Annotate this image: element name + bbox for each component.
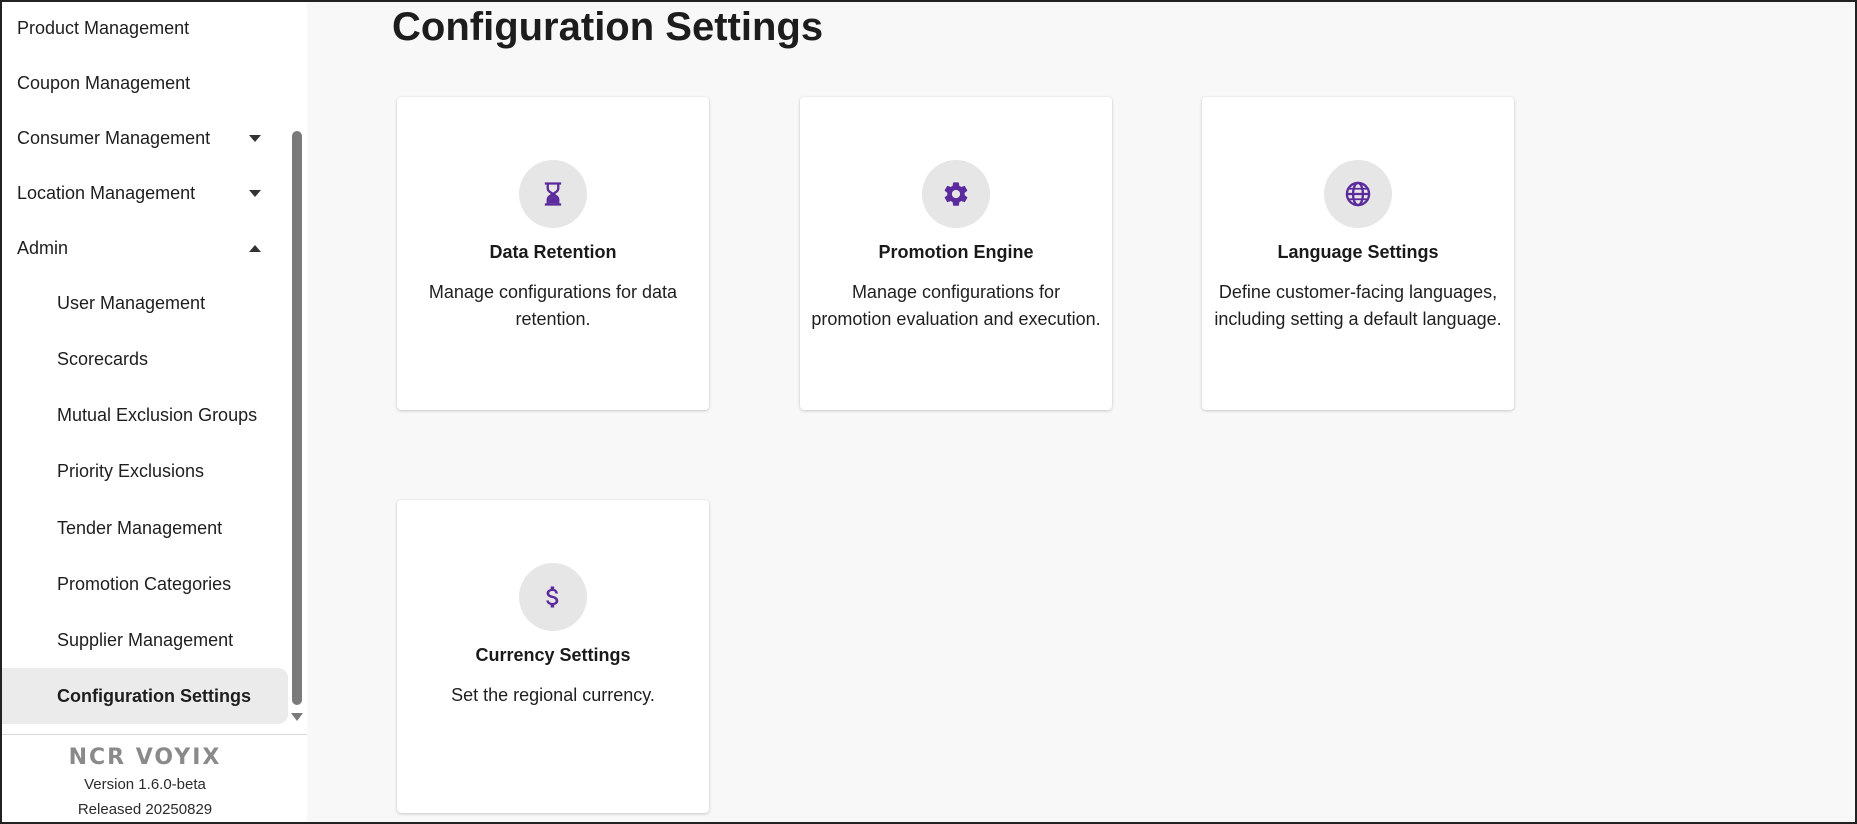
sidebar-item-coupon-management[interactable]: Coupon Management xyxy=(2,55,288,111)
sidebar-item-promotion-categories[interactable]: Promotion Categories xyxy=(2,556,288,612)
sidebar-item-label: Priority Exclusions xyxy=(57,460,205,481)
sidebar-item-label: Product Management xyxy=(17,17,190,38)
chevron-down-icon xyxy=(249,135,261,142)
brand-footer: NCR VOYIX Version 1.6.0-beta Released 20… xyxy=(0,744,290,822)
card-description: Manage configurations for promotion eval… xyxy=(811,282,1101,329)
sidebar-item-label: Tender Management xyxy=(57,517,223,538)
sidebar-item-configuration-settings[interactable]: Configuration Settings xyxy=(2,668,288,724)
sidebar-item-label: Scorecards xyxy=(57,348,149,369)
card-description: Define customer-facing languages, includ… xyxy=(1214,282,1502,329)
sidebar-item-label: User Management xyxy=(57,292,206,313)
sidebar-item-admin[interactable]: Admin xyxy=(2,220,288,276)
sidebar-item-user-management[interactable]: User Management xyxy=(2,275,288,331)
card-data-retention[interactable]: Data Retention Manage configurations for… xyxy=(397,97,709,410)
sidebar: Product Management Coupon Management Con… xyxy=(0,0,307,824)
release-date-text: Released 20250829 xyxy=(77,801,213,818)
sidebar-nav: Product Management Coupon Management Con… xyxy=(0,0,288,734)
sidebar-item-label: Mutual Exclusion Groups xyxy=(57,404,258,425)
sidebar-item-label: Supplier Management xyxy=(57,629,234,650)
card-title: Currency Settings xyxy=(475,645,631,665)
sidebar-item-location-management[interactable]: Location Management xyxy=(2,165,288,221)
gear-icon xyxy=(944,182,968,206)
sidebar-item-supplier-management[interactable]: Supplier Management xyxy=(2,612,288,668)
sidebar-item-mutual-exclusion-groups[interactable]: Mutual Exclusion Groups xyxy=(2,387,288,443)
sidebar-item-product-management[interactable]: Product Management xyxy=(2,0,288,56)
sidebar-scrollbar[interactable] xyxy=(291,128,303,728)
sidebar-item-label: Admin xyxy=(17,237,69,258)
scroll-down-arrow-icon[interactable] xyxy=(291,713,303,721)
version-text: Version 1.6.0-beta xyxy=(84,776,206,793)
sidebar-item-consumer-management[interactable]: Consumer Management xyxy=(2,110,288,166)
sidebar-item-label: Consumer Management xyxy=(17,127,211,148)
sidebar-item-label: Promotion Categories xyxy=(57,573,232,594)
icon-circle xyxy=(922,160,990,228)
card-description: Manage configurations for data retention… xyxy=(428,282,678,329)
card-description: Set the regional currency. xyxy=(451,685,655,705)
icon-circle xyxy=(519,563,587,631)
card-title: Promotion Engine xyxy=(878,242,1034,262)
hourglass-icon xyxy=(544,182,562,206)
card-title: Language Settings xyxy=(1277,242,1439,262)
icon-circle xyxy=(1324,160,1392,228)
page-title: Configuration Settings xyxy=(392,5,824,49)
sidebar-item-label: Location Management xyxy=(17,182,196,203)
sidebar-item-scorecards[interactable]: Scorecards xyxy=(2,331,288,387)
ncr-voyix-logo: NCR VOYIX xyxy=(68,745,222,770)
chevron-down-icon xyxy=(249,190,261,197)
sidebar-item-priority-exclusions[interactable]: Priority Exclusions xyxy=(2,443,288,499)
scrollbar-thumb[interactable] xyxy=(292,131,302,705)
sidebar-item-label: Coupon Management xyxy=(17,72,191,93)
card-language-settings[interactable]: Language Settings Define customer-facing… xyxy=(1202,97,1514,410)
sidebar-item-label: Configuration Settings xyxy=(57,685,251,706)
card-title: Data Retention xyxy=(489,242,617,262)
sidebar-item-tender-management[interactable]: Tender Management xyxy=(2,500,288,556)
card-promotion-engine[interactable]: Promotion Engine Manage configurations f… xyxy=(800,97,1112,410)
dollar-icon xyxy=(546,586,559,608)
card-currency-settings[interactable]: Currency Settings Set the regional curre… xyxy=(397,500,709,813)
sidebar-divider xyxy=(0,734,307,735)
chevron-up-icon xyxy=(249,245,261,252)
icon-circle xyxy=(519,160,587,228)
globe-icon xyxy=(1345,181,1371,207)
